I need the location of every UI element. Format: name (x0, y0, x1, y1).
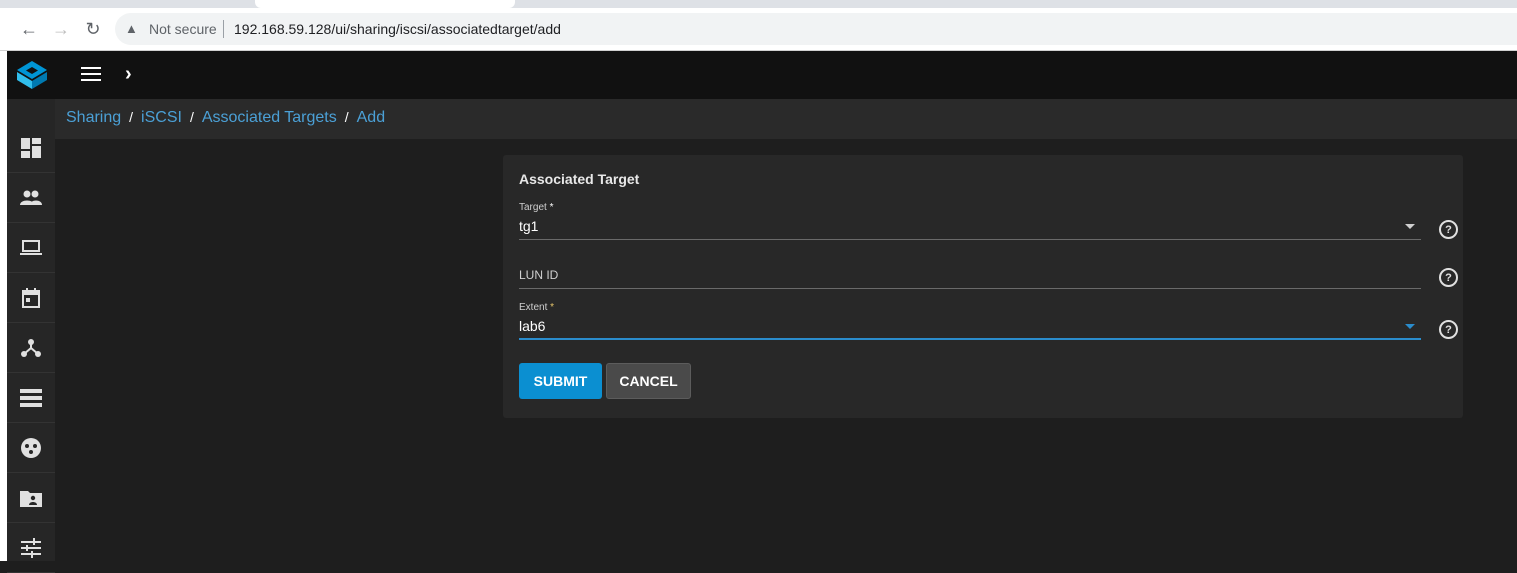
sidebar (7, 99, 55, 573)
breadcrumb-bar: Sharing / iSCSI / Associated Targets / Add (55, 99, 1517, 139)
extent-underline (519, 338, 1421, 340)
associated-target-card: Associated Target Target * tg1 ? LUN ID … (503, 155, 1463, 418)
breadcrumb: Sharing / iSCSI / Associated Targets / Add (66, 109, 385, 127)
breadcrumb-sharing[interactable]: Sharing (66, 109, 121, 126)
sidebar-item-storage[interactable] (7, 373, 55, 423)
breadcrumb-separator: / (129, 109, 134, 125)
app-top-bar: › (7, 51, 1517, 99)
browser-tab-strip (0, 0, 1517, 8)
lun-id-field[interactable]: LUN ID ? (519, 260, 1458, 290)
dropdown-arrow-icon[interactable] (1405, 224, 1415, 229)
help-icon[interactable]: ? (1439, 220, 1458, 239)
directory-services-icon (21, 437, 41, 458)
forward-arrow-icon[interactable]: → (50, 18, 72, 40)
url-text[interactable]: 192.168.59.128/ui/sharing/iscsi/associat… (234, 21, 561, 37)
browser-address-bar: ← → ↻ ▲ Not secure 192.168.59.128/ui/sha… (0, 8, 1517, 51)
reload-icon[interactable]: ↻ (82, 18, 104, 40)
truenas-logo-icon[interactable] (13, 59, 51, 91)
storage-icon (20, 388, 42, 407)
omnibox-divider (223, 20, 224, 38)
sidebar-item-network[interactable] (7, 323, 55, 373)
system-icon (20, 239, 42, 255)
services-icon (21, 537, 41, 558)
breadcrumb-separator: / (189, 109, 194, 125)
accounts-icon (20, 190, 42, 205)
dashboard-icon (21, 137, 41, 158)
warning-triangle-icon: ▲ (125, 21, 138, 36)
url-field[interactable]: ▲ Not secure 192.168.59.128/ui/sharing/i… (115, 13, 1517, 45)
sidebar-item-system[interactable] (7, 223, 55, 273)
cancel-button[interactable]: CANCEL (606, 363, 691, 399)
security-label[interactable]: Not secure (149, 21, 217, 37)
dropdown-arrow-icon[interactable] (1405, 324, 1415, 329)
sidebar-item-tasks[interactable] (7, 273, 55, 323)
sharing-icon (20, 490, 42, 507)
menu-toggle-icon[interactable] (81, 67, 101, 83)
back-arrow-icon[interactable]: ← (18, 18, 40, 40)
network-icon (21, 338, 41, 357)
sidebar-item-accounts[interactable] (7, 173, 55, 223)
help-icon[interactable]: ? (1439, 268, 1458, 287)
sidebar-item-dashboard[interactable] (7, 123, 55, 173)
window-edge (0, 51, 7, 561)
target-select[interactable]: Target * tg1 ? (519, 202, 1458, 240)
help-icon[interactable]: ? (1439, 320, 1458, 339)
submit-button[interactable]: SUBMIT (519, 363, 602, 399)
chevron-right-icon[interactable]: › (125, 63, 132, 86)
card-title: Associated Target (519, 171, 640, 187)
lun-id-label: LUN ID (519, 268, 559, 282)
sidebar-item-sharing[interactable] (7, 473, 55, 523)
breadcrumb-add[interactable]: Add (357, 109, 385, 126)
sidebar-item-directory-services[interactable] (7, 423, 55, 473)
breadcrumb-separator: / (344, 109, 349, 125)
extent-select[interactable]: Extent * lab6 ? (519, 302, 1458, 342)
target-label: Target * (519, 202, 554, 213)
active-browser-tab[interactable] (255, 0, 515, 8)
sidebar-item-services[interactable] (7, 523, 55, 573)
tasks-icon (22, 287, 40, 308)
lun-id-underline (519, 288, 1421, 289)
extent-value[interactable]: lab6 (519, 318, 545, 334)
target-underline (519, 239, 1421, 240)
target-value[interactable]: tg1 (519, 218, 538, 234)
breadcrumb-iscsi[interactable]: iSCSI (141, 109, 182, 126)
breadcrumb-associated-targets[interactable]: Associated Targets (202, 109, 337, 126)
extent-label: Extent * (519, 302, 555, 313)
